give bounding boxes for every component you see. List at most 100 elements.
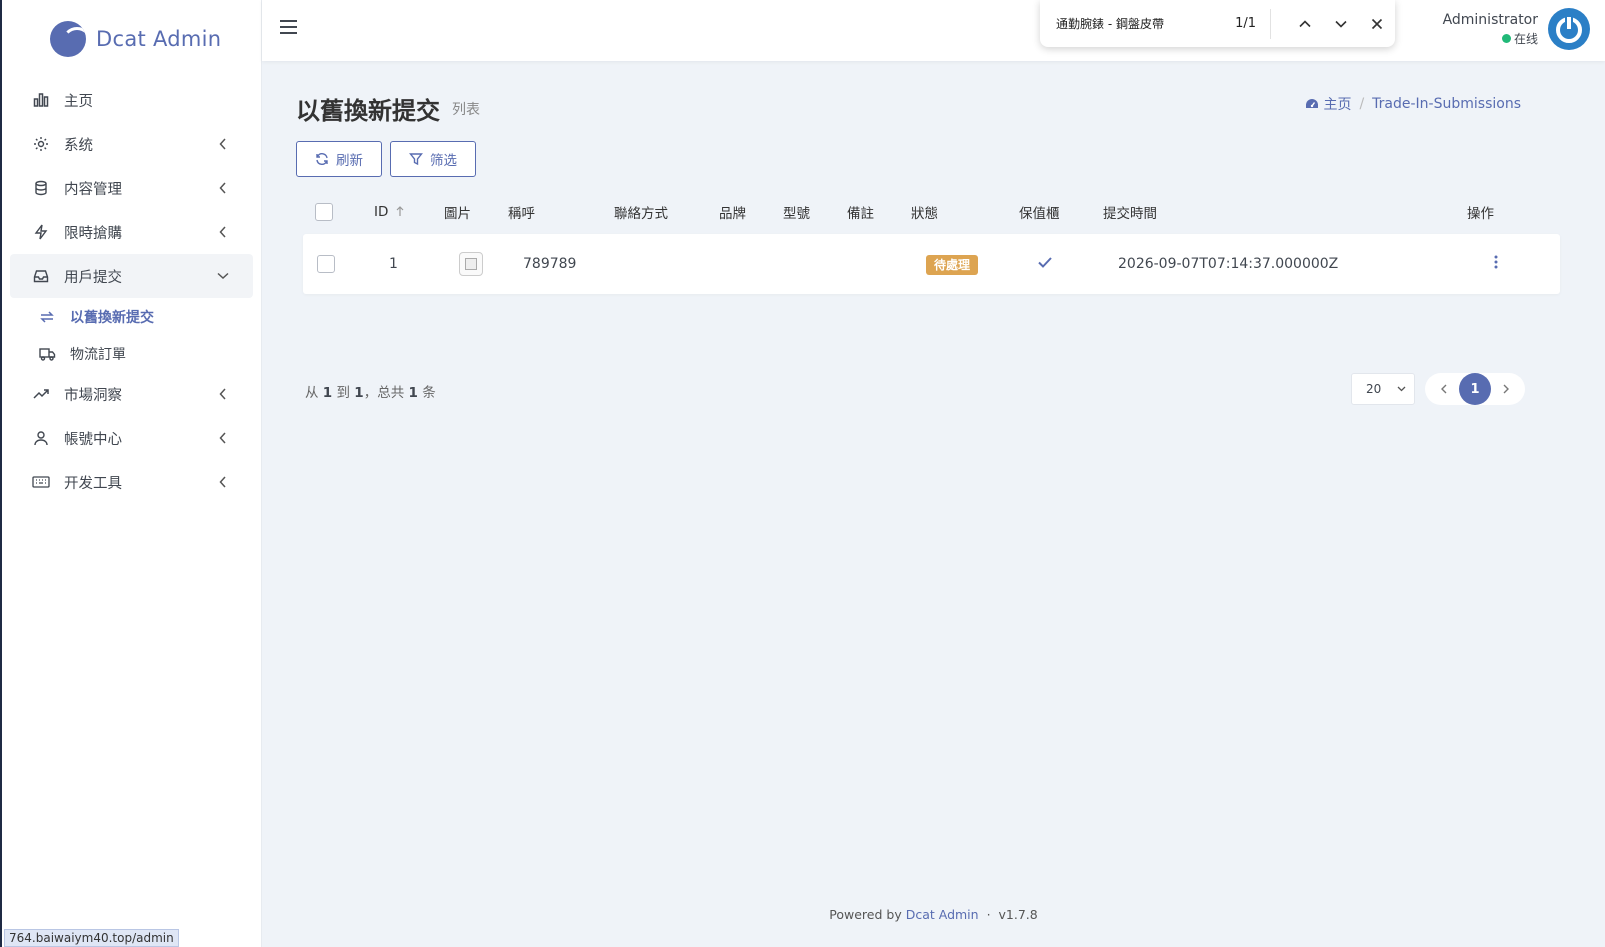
bar-chart-icon xyxy=(32,91,50,109)
select-all-checkbox[interactable] xyxy=(315,202,333,221)
sidebar-item-label: 以舊換新提交 xyxy=(70,309,154,326)
cell-id: 1 xyxy=(389,256,398,272)
row-checkbox[interactable] xyxy=(317,255,335,273)
footer-powered: Powered by xyxy=(829,907,902,922)
col-id-label: ID xyxy=(374,203,389,220)
summary-total: 1 xyxy=(408,385,418,401)
summary-to: 1 xyxy=(354,385,364,401)
status-badge: 待處理 xyxy=(926,254,979,275)
sidebar-menu: 主页 系统 内容管理 限時搶購 用戶提交 xyxy=(2,78,261,298)
pagination: 1 xyxy=(1425,373,1525,405)
summary-to-word: 到 xyxy=(336,385,351,401)
chevron-left-icon xyxy=(1441,384,1447,394)
user-menu[interactable]: Administrator 在线 xyxy=(1443,8,1590,50)
more-vertical-icon xyxy=(1494,255,1498,269)
chevron-down-icon xyxy=(1335,20,1347,28)
sidebar-item-label: 限時搶購 xyxy=(64,225,122,242)
toolbar: 刷新 筛选 xyxy=(296,141,484,177)
table-row: 1 789789 待處理 2026-09-07T07:14:37.000000Z xyxy=(303,234,1560,294)
sidebar-item-flash-sale[interactable]: 限時搶購 xyxy=(10,210,253,254)
truck-icon xyxy=(38,345,56,363)
chevron-right-icon xyxy=(1503,384,1509,394)
status-url: 764.baiwaiym40.top/admin xyxy=(4,929,179,947)
brand-name: Dcat Admin xyxy=(96,27,222,51)
filter-icon xyxy=(409,153,423,166)
footer-version: v1.7.8 xyxy=(998,907,1038,922)
sidebar-item-system[interactable]: 系统 xyxy=(10,122,253,166)
chevron-left-icon xyxy=(217,388,229,400)
sidebar-item-market[interactable]: 市場洞察 xyxy=(10,372,253,416)
data-table: ID 圖片 稱呼 聯絡方式 品牌 型號 備註 狀態 保值櫃 提交時間 操作 1 … xyxy=(296,189,1567,363)
cell-status: 待處理 xyxy=(926,254,1034,275)
footer: Powered by Dcat Admin · v1.7.8 xyxy=(262,907,1605,922)
sidebar-item-content[interactable]: 内容管理 xyxy=(10,166,253,210)
summary-unit: 条 xyxy=(422,385,436,401)
filter-label: 筛选 xyxy=(430,153,457,168)
refresh-icon xyxy=(316,152,328,166)
user-status-label: 在线 xyxy=(1513,31,1538,46)
breadcrumb-separator: / xyxy=(1359,96,1365,112)
col-status: 狀態 xyxy=(911,205,938,222)
find-bar: 通勤腕錶 - 鋼盤皮帶 1/1 xyxy=(1040,0,1395,47)
keyboard-icon xyxy=(32,473,50,491)
col-contact: 聯絡方式 xyxy=(614,205,668,222)
sidebar-item-user-submissions[interactable]: 用戶提交 xyxy=(10,254,253,298)
col-note: 備註 xyxy=(847,205,874,222)
col-value-cabinet: 保值櫃 xyxy=(1019,205,1060,222)
footer-link[interactable]: Dcat Admin xyxy=(906,907,979,922)
refresh-button[interactable]: 刷新 xyxy=(296,141,382,177)
col-id[interactable]: ID xyxy=(374,204,444,220)
cell-image[interactable] xyxy=(459,252,523,276)
per-page-value: 20 xyxy=(1366,382,1382,396)
find-next-button[interactable] xyxy=(1323,9,1359,39)
col-actions: 操作 xyxy=(1467,205,1494,222)
sidebar-item-account[interactable]: 帳號中心 xyxy=(10,416,253,460)
find-input[interactable]: 通勤腕錶 - 鋼盤皮帶 xyxy=(1056,15,1226,32)
sidebar-menu-lower: 市場洞察 帳號中心 开发工具 xyxy=(2,372,261,504)
sidebar-item-home[interactable]: 主页 xyxy=(10,78,253,122)
breadcrumb: 主页 / Trade-In-Submissions xyxy=(1305,94,1521,114)
chevron-left-icon xyxy=(217,182,229,194)
find-count: 1/1 xyxy=(1235,16,1256,31)
avatar[interactable] xyxy=(1548,8,1590,50)
brand[interactable]: Dcat Admin xyxy=(2,0,261,78)
col-image: 圖片 xyxy=(444,205,471,222)
check-icon xyxy=(1038,257,1052,268)
page-title: 以舊換新提交 xyxy=(296,97,440,125)
trend-icon xyxy=(32,385,50,403)
prev-page-button[interactable] xyxy=(1429,374,1459,404)
col-model: 型號 xyxy=(783,205,810,222)
col-submitted-at: 提交時間 xyxy=(1103,205,1157,222)
breadcrumb-current[interactable]: Trade-In-Submissions xyxy=(1372,96,1521,112)
col-name: 稱呼 xyxy=(508,205,535,222)
refresh-label: 刷新 xyxy=(336,153,363,168)
sidebar-submenu: 以舊換新提交 物流訂單 xyxy=(2,298,261,372)
gear-icon xyxy=(32,135,50,153)
col-brand: 品牌 xyxy=(719,205,746,222)
sidebar-item-dev-tools[interactable]: 开发工具 xyxy=(10,460,253,504)
sidebar-item-label: 物流訂單 xyxy=(70,346,126,363)
next-page-button[interactable] xyxy=(1491,374,1521,404)
row-actions-button[interactable] xyxy=(1482,255,1522,273)
find-close-button[interactable] xyxy=(1359,9,1395,39)
menu-toggle-icon[interactable] xyxy=(280,20,297,34)
summary-total-word: ，总共 xyxy=(363,385,405,401)
chevron-up-icon xyxy=(1299,19,1311,27)
chevron-down-icon xyxy=(1397,386,1406,392)
sidebar-item-logistics[interactable]: 物流訂單 xyxy=(10,335,253,372)
per-page-select[interactable]: 20 xyxy=(1351,373,1415,405)
chevron-left-icon xyxy=(217,476,229,488)
breadcrumb-home[interactable]: 主页 xyxy=(1323,94,1351,114)
summary-prefix: 从 xyxy=(305,385,319,401)
broken-image-icon xyxy=(459,252,483,276)
sidebar-item-label: 开发工具 xyxy=(64,475,122,492)
main-content: 以舊換新提交 列表 主页 / Trade-In-Submissions 刷新 筛… xyxy=(262,61,1605,947)
lightning-icon xyxy=(32,223,50,241)
find-prev-button[interactable] xyxy=(1287,9,1323,39)
page-number-current[interactable]: 1 xyxy=(1459,373,1491,405)
sidebar-item-trade-in[interactable]: 以舊換新提交 xyxy=(10,298,253,335)
sidebar-item-label: 市場洞察 xyxy=(64,387,122,404)
inbox-icon xyxy=(32,267,50,285)
filter-button[interactable]: 筛选 xyxy=(390,141,476,177)
user-name: Administrator xyxy=(1442,11,1538,28)
